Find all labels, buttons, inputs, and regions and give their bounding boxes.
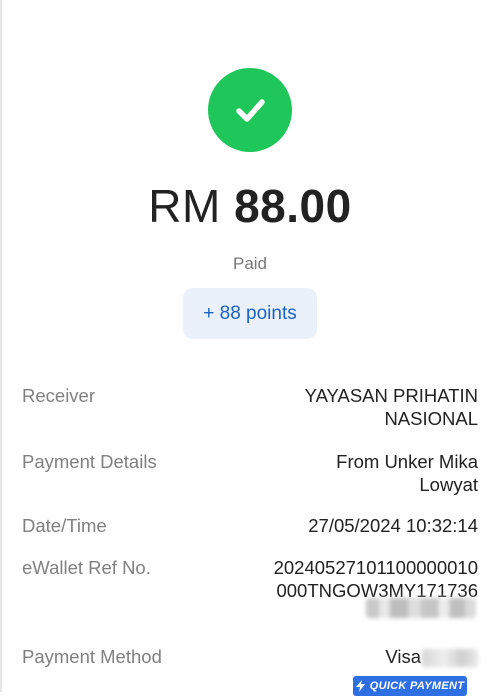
- detail-value: Visa: [385, 645, 478, 668]
- payment-amount: RM 88.00: [0, 178, 500, 234]
- detail-row-date-time: Date/Time 27/05/2024 10:32:14: [22, 514, 478, 537]
- detail-label: Date/Time: [22, 515, 107, 536]
- detail-label: eWallet Ref No.: [22, 557, 151, 578]
- card-brand: Visa: [385, 646, 421, 667]
- screen-edge: [0, 0, 2, 692]
- checkmark-icon: [236, 99, 265, 122]
- payment-status: Paid: [232, 254, 268, 273]
- quick-payment-badge: QUICK PAYMENT: [353, 676, 467, 696]
- detail-row-payment-details: Payment Details From Unker Mika Lowyat: [22, 450, 478, 496]
- detail-row-payment-method: Payment Method Visa: [22, 645, 478, 668]
- detail-label: Payment Details: [22, 451, 157, 472]
- redacted-text: [366, 598, 476, 618]
- detail-value: From Unker Mika Lowyat: [336, 451, 478, 495]
- quick-payment-label: QUICK PAYMENT: [369, 680, 465, 692]
- success-badge: [208, 68, 292, 152]
- detail-row-receiver: Receiver YAYASAN PRIHATIN NASIONAL: [22, 384, 478, 430]
- detail-label: Receiver: [22, 385, 95, 406]
- redacted-card-number: [422, 649, 478, 668]
- detail-row-ewallet-ref: eWallet Ref No. 20240527101100000010 000…: [22, 556, 478, 602]
- lightning-icon: [355, 680, 365, 692]
- amount-currency: RM: [148, 180, 221, 232]
- amount-value: 88.00: [234, 180, 352, 232]
- detail-value: 27/05/2024 10:32:14: [308, 515, 478, 536]
- detail-value: 20240527101100000010 000TNGOW3MY171736: [273, 557, 478, 601]
- detail-label: Payment Method: [22, 646, 162, 667]
- points-earned-badge: + 88 points: [183, 288, 317, 339]
- points-label: + 88 points: [203, 302, 297, 324]
- detail-value: YAYASAN PRIHATIN NASIONAL: [304, 385, 478, 429]
